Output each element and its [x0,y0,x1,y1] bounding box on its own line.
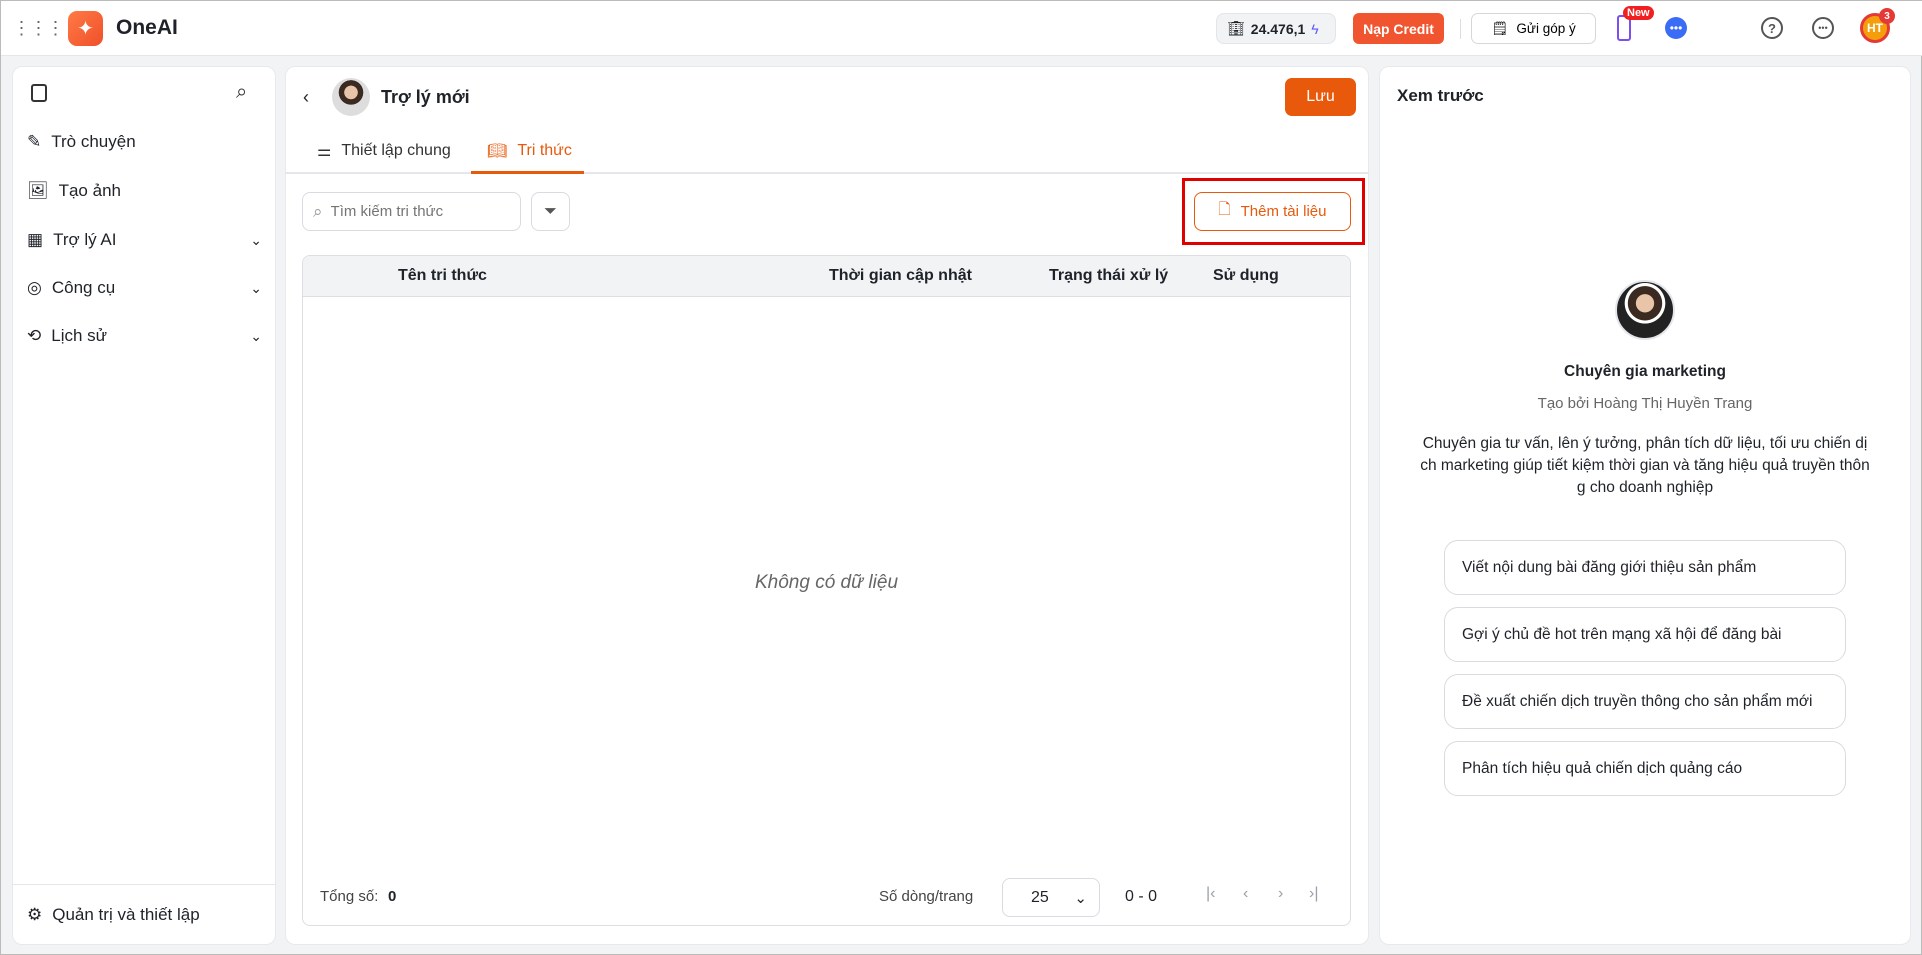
app-logo: ✦ [68,11,103,46]
sidebar-item-admin[interactable]: ⚙ Quản trị và thiết lập [27,897,262,933]
chevron-down-icon: ⌄ [250,279,262,296]
tab-general-settings[interactable]: ⚌ Thiết lập chung [317,141,451,161]
column-header[interactable]: Trạng thái xử lý [1049,255,1168,296]
suggestion-chip[interactable]: Đề xuất chiến dịch truyền thông cho sản … [1444,674,1846,729]
suggestion-chip[interactable]: Phân tích hiệu quả chiến dịch quảng cáo [1444,741,1846,796]
file-plus-icon: 🗋︎ [1218,201,1231,218]
assistant-avatar [332,78,370,116]
column-header[interactable]: Thời gian cập nhật [829,255,972,296]
lightning-icon: ϟ [1311,20,1319,37]
preview-title: Xem trước [1397,86,1484,105]
feedback-label: Gửi góp ý [1516,21,1576,36]
sidebar-item-image[interactable]: 🖼︎ Tạo ảnh [27,173,262,209]
search-icon[interactable]: ⌕ [236,81,247,104]
building-icon: 🏢︎ [1227,20,1245,36]
app-name: OneAI [116,16,178,39]
assistant-author: Tạo bởi Hoàng Thị Huyền Trang [1537,395,1753,412]
help-icon[interactable]: ? [1761,17,1783,39]
tab-label: Thiết lập chung [341,142,451,159]
rows-per-page-label: Số dòng/trang [879,888,974,905]
assistant-description: Chuyên gia tư vấn, lên ý tưởng, phân tíc… [1420,435,1870,496]
apps-grid-icon[interactable]: ⋮⋮⋮ [13,17,65,39]
feedback-icon: 🗒︎ [1491,20,1509,36]
chat-bubble-icon[interactable]: ••• [1665,17,1687,39]
first-page-icon[interactable]: |‹ [1206,885,1215,903]
book-icon: 📖︎ [487,143,508,160]
total-label: Tổng số: [320,888,379,905]
sidebar-item-label: Tạo ảnh [58,181,121,200]
gear-icon: ⚙ [27,905,43,924]
sidebar-item-chat[interactable]: ✎ Trò chuyện [27,124,262,160]
preview-panel [1379,66,1911,945]
history-icon: ⟲ [27,326,42,345]
add-document-button[interactable]: 🗋︎ Thêm tài liệu [1194,192,1351,231]
credit-value: 24.476,1 [1250,20,1306,37]
filter-icon: ⏷ [544,202,557,220]
active-tab-indicator [471,171,584,174]
last-page-icon[interactable]: ›| [1309,885,1318,903]
sidebar-item-label: Trò chuyện [51,132,136,151]
page-size-value: 25 [1031,888,1049,906]
chevron-down-icon: ⌄ [250,327,262,344]
notification-count: 3 [1879,8,1895,24]
knowledge-search[interactable]: ⌕ [302,192,521,231]
page-title: Trợ lý mới [381,87,470,107]
total-count: 0 [388,888,397,905]
sidebar-toggle-icon[interactable] [31,84,47,102]
image-icon: 🖼︎ [27,181,49,200]
suggestion-chip[interactable]: Viết nội dung bài đăng giới thiệu sản ph… [1444,540,1846,595]
sliders-icon: ⚌ [317,143,332,160]
new-badge: New [1623,6,1654,20]
sidebar-item-label: Lịch sử [51,326,108,345]
compass-icon: ◎ [27,278,42,297]
column-header[interactable]: Tên tri thức [398,255,487,296]
grid-icon: ▦ [27,230,44,249]
next-page-icon[interactable]: › [1278,885,1283,903]
feedback-button[interactable]: 🗒︎ Gửi góp ý [1471,13,1596,44]
save-button[interactable]: Lưu [1285,78,1356,116]
search-input[interactable] [330,203,491,220]
chevron-down-icon: ⌄ [250,231,262,248]
divider [1460,19,1461,39]
tab-knowledge[interactable]: 📖︎ Tri thức [487,141,572,161]
column-header[interactable]: Sử dụng [1213,255,1279,296]
assistant-name: Chuyên gia marketing [1564,363,1726,380]
chevron-down-icon: ⌄ [1074,889,1087,907]
top-bar: ⋮⋮⋮ ✦ OneAI 🏢︎ 24.476,1 ϟ Nạp Credit 🗒︎ G… [1,1,1922,56]
back-icon[interactable]: ‹ [303,87,309,108]
search-icon: ⌕ [313,201,323,221]
add-document-label: Thêm tài liệu [1240,203,1327,220]
sidebar-item-label: Công cụ [51,278,116,297]
preview-avatar [1615,280,1675,340]
edit-icon: ✎ [27,132,42,151]
topup-credit-button[interactable]: Nạp Credit [1353,13,1444,44]
sidebar-item-history[interactable]: ⟲ Lịch sử ⌄ [27,318,262,354]
empty-state: Không có dữ liệu [754,572,899,593]
sidebar-item-tools[interactable]: ◎ Công cụ ⌄ [27,270,262,306]
page-range: 0 - 0 [1125,888,1158,905]
page-size-select[interactable]: 25 ⌄ [1002,878,1100,917]
divider [12,884,276,885]
filter-button[interactable]: ⏷ [531,192,570,231]
tab-label: Tri thức [517,142,572,159]
tabs-divider [285,172,1369,174]
sidebar-item-assistant[interactable]: ▦ Trợ lý AI ⌄ [27,222,262,258]
more-icon[interactable]: ••• [1812,17,1834,39]
sidebar-item-label: Quản trị và thiết lập [52,905,200,924]
suggestion-chip[interactable]: Gợi ý chủ đề hot trên mạng xã hội để đăn… [1444,607,1846,662]
credit-balance[interactable]: 🏢︎ 24.476,1 ϟ [1216,13,1336,44]
prev-page-icon[interactable]: ‹ [1243,885,1248,903]
sidebar-item-label: Trợ lý AI [53,230,117,249]
